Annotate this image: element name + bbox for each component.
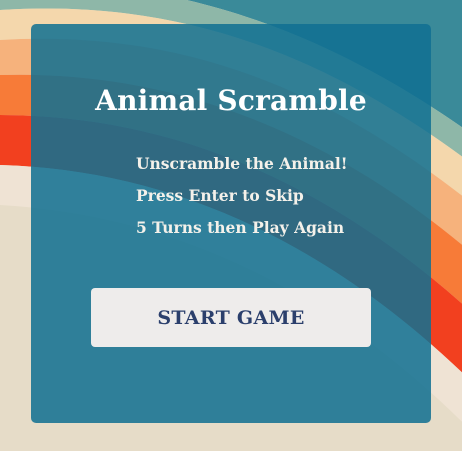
game-card: Animal Scramble Unscramble the Animal! P… (31, 24, 431, 423)
game-title: Animal Scramble (95, 84, 367, 117)
instruction-item: Press Enter to Skip (136, 186, 304, 205)
instruction-item: 5 Turns then Play Again (136, 218, 345, 237)
start-game-button[interactable]: START GAME (91, 288, 371, 347)
instruction-item: Unscramble the Animal! (136, 154, 348, 173)
instructions-list: Unscramble the Animal! Press Enter to Sk… (136, 148, 348, 244)
